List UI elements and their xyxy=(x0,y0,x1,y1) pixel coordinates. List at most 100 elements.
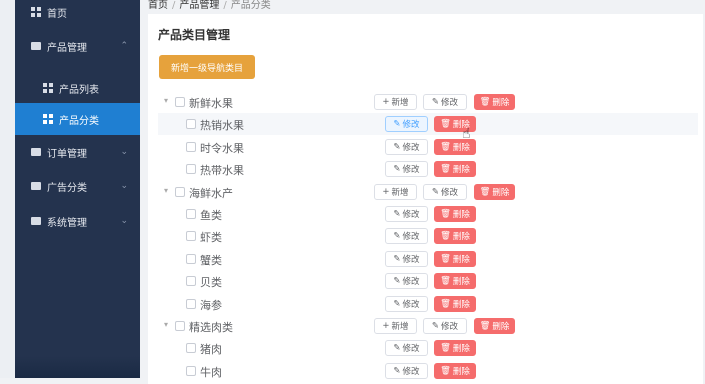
tree-node-level2[interactable]: 热带水果✎修改🗑删除 xyxy=(158,158,698,180)
edit-button[interactable]: ✎修改 xyxy=(385,139,428,155)
bag-icon xyxy=(31,147,41,157)
edit-button[interactable]: ✎修改 xyxy=(385,251,428,267)
edit-icon: ✎ xyxy=(393,254,400,264)
delete-icon: 🗑 xyxy=(480,97,491,107)
delete-button[interactable]: 🗑删除 xyxy=(434,228,476,244)
tree-node-checkbox[interactable] xyxy=(186,231,196,241)
delete-button[interactable]: 🗑删除 xyxy=(434,363,476,379)
tree-node-checkbox[interactable] xyxy=(186,164,196,174)
delete-button[interactable]: 🗑删除 xyxy=(434,251,476,267)
delete-button[interactable]: 🗑删除 xyxy=(434,340,476,356)
tree-node-label: 精选肉类 xyxy=(189,319,233,335)
page-title: 产品类目管理 xyxy=(158,26,230,43)
edit-button[interactable]: ✎修改 xyxy=(385,206,428,222)
delete-button[interactable]: 🗑删除 xyxy=(434,296,476,312)
add-child-button[interactable]: +新增 xyxy=(374,318,417,334)
delete-button[interactable]: 🗑删除 xyxy=(434,206,476,222)
button-label: 删除 xyxy=(453,208,470,220)
tree-node-checkbox[interactable] xyxy=(186,142,196,152)
tree-node-checkbox[interactable] xyxy=(186,299,196,309)
edit-icon: ✎ xyxy=(432,187,439,197)
tree-node-level1[interactable]: ▾ 新鲜水果 +新增 ✎修改 🗑删除 xyxy=(158,91,698,113)
edit-icon: ✎ xyxy=(393,231,400,241)
sidebar-item-home[interactable]: 首页 xyxy=(15,0,140,28)
bag-icon xyxy=(31,181,41,191)
expand-caret-icon[interactable]: ▾ xyxy=(164,186,168,195)
add-child-button[interactable]: +新增 xyxy=(374,94,417,110)
tree-node-checkbox[interactable] xyxy=(175,187,185,197)
sidebar-item-product-category[interactable]: 产品分类 xyxy=(15,103,140,135)
grid-icon xyxy=(43,114,53,124)
delete-button[interactable]: 🗑删除 xyxy=(474,184,515,200)
delete-icon: 🗑 xyxy=(440,142,451,152)
edit-button[interactable]: ✎修改 xyxy=(423,184,467,200)
sidebar-item-system[interactable]: 系统管理 ⌄ xyxy=(15,205,140,237)
breadcrumb-current: 产品分类 xyxy=(231,0,271,11)
delete-button[interactable]: 🗑删除 xyxy=(474,318,515,334)
edit-icon: ✎ xyxy=(393,343,400,353)
button-label: 修改 xyxy=(403,275,420,287)
add-child-icon: + xyxy=(382,97,389,107)
tree-node-level2[interactable]: 牛肉✎修改🗑删除 xyxy=(158,360,698,382)
tree-node-checkbox[interactable] xyxy=(186,366,196,376)
delete-button[interactable]: 🗑删除 xyxy=(434,273,476,289)
sidebar-item-product-list[interactable]: 产品列表 xyxy=(15,72,140,104)
edit-button[interactable]: ✎修改 xyxy=(385,228,428,244)
tree-node-level2[interactable]: 贝类✎修改🗑删除 xyxy=(158,270,698,292)
edit-button[interactable]: ✎修改 xyxy=(385,340,428,356)
breadcrumb-section[interactable]: 产品管理 xyxy=(179,0,219,11)
sidebar-item-ads[interactable]: 广告分类 ⌄ xyxy=(15,170,140,202)
sidebar-item-product-management[interactable]: 产品管理 ⌃ xyxy=(15,30,140,62)
tree-node-level2[interactable]: 热销水果✎修改🗑删除 xyxy=(158,113,698,135)
button-label: 修改 xyxy=(403,253,420,265)
tree-node-checkbox[interactable] xyxy=(186,254,196,264)
breadcrumb-home[interactable]: 首页 xyxy=(148,0,168,11)
edit-button[interactable]: ✎修改 xyxy=(385,116,428,132)
tree-node-level2[interactable]: 蟹类 ✎修改 🗑删除 xyxy=(158,248,698,270)
tree-node-label: 新鲜水果 xyxy=(189,95,233,111)
tree-node-checkbox[interactable] xyxy=(175,321,185,331)
button-label: 修改 xyxy=(403,342,420,354)
delete-button[interactable]: 🗑删除 xyxy=(474,94,515,110)
tree-node-checkbox[interactable] xyxy=(186,209,196,219)
tree-node-checkbox[interactable] xyxy=(186,343,196,353)
add-child-button[interactable]: +新增 xyxy=(374,184,417,200)
tree-node-label: 蟹类 xyxy=(200,252,222,268)
tree-node-level2[interactable]: 猪肉✎修改🗑删除 xyxy=(158,337,698,359)
bag-icon xyxy=(31,41,41,51)
tree-node-checkbox[interactable] xyxy=(175,97,185,107)
delete-button[interactable]: 🗑删除 xyxy=(434,161,476,177)
edit-button[interactable]: ✎修改 xyxy=(385,363,428,379)
expand-caret-icon[interactable]: ▾ xyxy=(164,96,168,105)
category-card: 产品类目管理 新增一级导航类目 ▾新鲜水果+新增✎修改🗑删除热销水果✎修改🗑删除… xyxy=(148,14,703,384)
tree-node-label: 虾类 xyxy=(200,229,222,245)
tree-node-label: 海鲜水产 xyxy=(189,185,233,201)
edit-button[interactable]: ✎修改 xyxy=(423,318,467,334)
breadcrumb-separator: / xyxy=(172,0,175,11)
expand-caret-icon[interactable]: ▾ xyxy=(164,320,168,329)
add-root-category-button[interactable]: 新增一级导航类目 xyxy=(159,55,255,79)
tree-node-level1[interactable]: ▾ 海鲜水产 +新增 ✎修改 🗑删除 xyxy=(158,181,698,203)
edit-icon: ✎ xyxy=(393,209,400,219)
tree-node-level2[interactable]: 海参✎修改🗑删除 xyxy=(158,293,698,315)
grid-icon xyxy=(43,83,53,93)
button-label: 修改 xyxy=(403,163,420,175)
edit-button[interactable]: ✎修改 xyxy=(385,273,428,289)
sidebar-item-orders[interactable]: 订单管理 ⌄ xyxy=(15,136,140,168)
tree-node-checkbox[interactable] xyxy=(186,119,196,129)
edit-button[interactable]: ✎修改 xyxy=(423,94,467,110)
grid-icon xyxy=(31,7,41,17)
button-label: 修改 xyxy=(403,208,420,220)
tree-node-checkbox[interactable] xyxy=(186,276,196,286)
tree-node-level2[interactable]: 时令水果✎修改🗑删除 xyxy=(158,136,698,158)
delete-icon: 🗑 xyxy=(440,209,451,219)
mouse-cursor-icon: ☝ xyxy=(462,126,471,142)
sidebar: 首页 产品管理 ⌃ 产品列表 产品分类 订单管理 ⌄ 广告分类 ⌄ 系统管理 ⌄ xyxy=(15,0,140,378)
edit-icon: ✎ xyxy=(393,142,400,152)
tree-node-level2[interactable]: 虾类 ✎修改 🗑删除 xyxy=(158,225,698,247)
tree-node-level2[interactable]: 鱼类✎修改🗑删除 xyxy=(158,203,698,225)
edit-button[interactable]: ✎修改 xyxy=(385,161,428,177)
tree-node-level1[interactable]: ▾ 精选肉类 +新增 ✎修改 🗑删除 xyxy=(158,315,698,337)
button-label: 修改 xyxy=(403,141,420,153)
edit-button[interactable]: ✎修改 xyxy=(385,296,428,312)
